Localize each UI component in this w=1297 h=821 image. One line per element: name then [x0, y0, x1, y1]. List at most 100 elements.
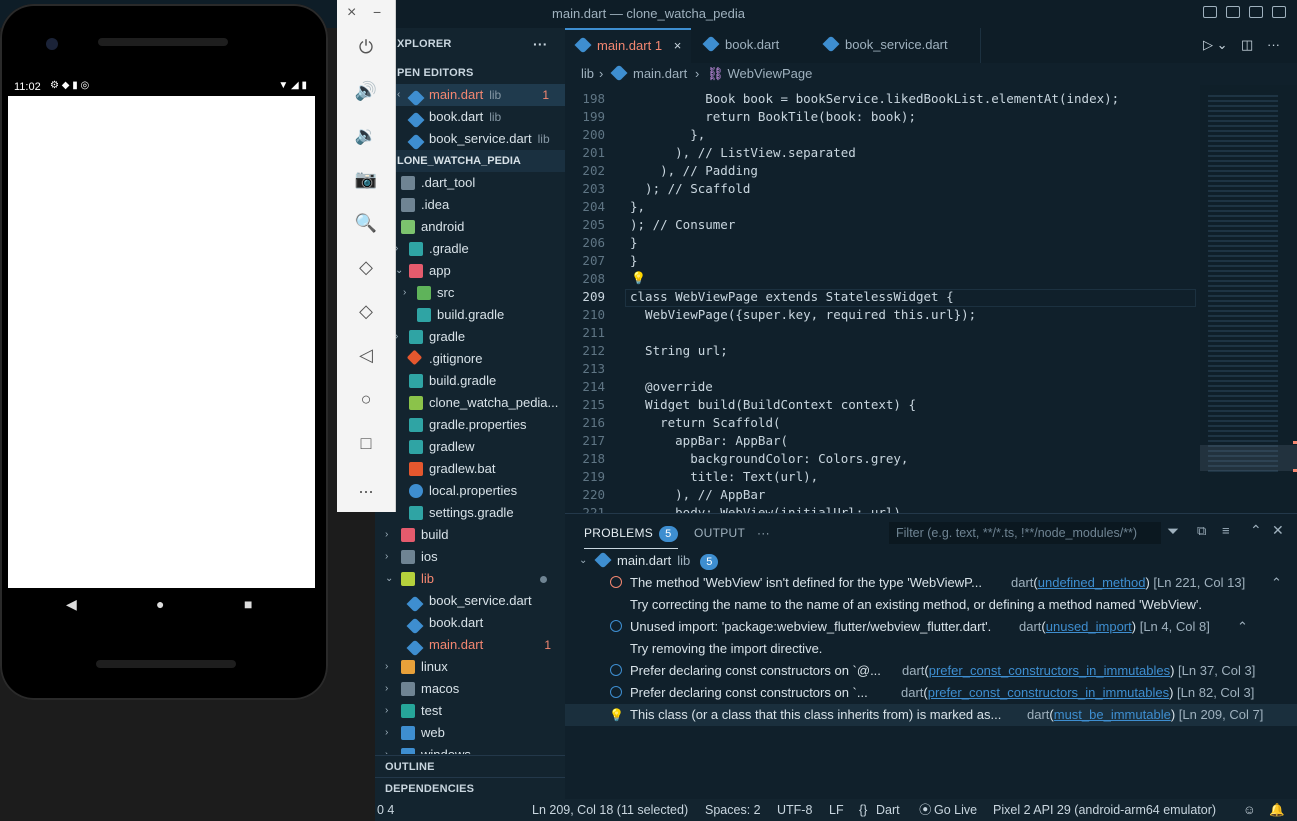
tree-item[interactable]: › ios: [375, 546, 565, 568]
tab-close-button[interactable]: ×: [674, 38, 682, 53]
tree-item[interactable]: .idea: [375, 194, 565, 216]
rotate-right-icon[interactable]: ◇: [354, 299, 378, 323]
breadcrumb-folder[interactable]: lib: [581, 63, 594, 85]
code-editor[interactable]: 198 Book book = bookService.likedBookLis…: [565, 85, 1297, 513]
code-line[interactable]: },: [630, 199, 645, 214]
tree-item[interactable]: .dart_tool: [375, 172, 565, 194]
volume-up-icon[interactable]: 🔊: [354, 79, 378, 103]
customize-layout-icon[interactable]: [1272, 6, 1286, 18]
problem-code-link[interactable]: prefer_const_constructors_in_immutables: [929, 663, 1170, 678]
minimap[interactable]: [1200, 85, 1297, 513]
tree-item[interactable]: android: [375, 216, 565, 238]
breadcrumb-file[interactable]: main.dart: [633, 66, 687, 81]
zoom-icon[interactable]: 🔍: [354, 211, 378, 235]
nav-home-icon[interactable]: ●: [156, 596, 164, 612]
code-line[interactable]: ); // Scaffold: [630, 181, 750, 196]
tree-item[interactable]: gradle.properties: [375, 414, 565, 436]
camera-icon[interactable]: 📷: [354, 167, 378, 191]
close-icon[interactable]: ‹: [397, 84, 407, 106]
overview-icon[interactable]: □: [354, 431, 378, 455]
tree-item[interactable]: ›windows: [375, 744, 565, 754]
tree-item[interactable]: › gradle: [375, 326, 565, 348]
more-icon[interactable]: ...: [354, 475, 378, 499]
feedback-icon[interactable]: ☺: [1243, 799, 1256, 821]
problem-row[interactable]: 💡 This class (or a class that this class…: [565, 704, 1297, 726]
explorer-more-button[interactable]: ···: [533, 36, 565, 58]
tree-item[interactable]: gradlew: [375, 436, 565, 458]
tree-item[interactable]: ⌄ app: [375, 260, 565, 282]
open-editor-main-dart[interactable]: ‹ main.dart lib 1: [375, 84, 565, 107]
code-line[interactable]: Book book = bookService.likedBookList.el…: [630, 91, 1119, 106]
code-line[interactable]: },: [630, 127, 705, 142]
code-line[interactable]: @override: [630, 379, 713, 394]
problem-row[interactable]: Prefer declaring const constructors on `…: [565, 682, 1297, 704]
breadcrumb-symbol[interactable]: WebViewPage: [728, 66, 813, 81]
tab-problems[interactable]: PROBLEMS 5: [584, 526, 678, 549]
app-screen[interactable]: [8, 96, 315, 588]
tree-item[interactable]: ⌄ lib: [375, 568, 565, 590]
code-line[interactable]: title: Text(url),: [630, 469, 818, 484]
home-icon[interactable]: ○: [354, 387, 378, 411]
go-live-button[interactable]: Go Live: [934, 799, 977, 821]
cursor-position[interactable]: Ln 209, Col 18 (11 selected): [532, 799, 688, 821]
tree-item[interactable]: › linux: [375, 656, 565, 678]
code-line[interactable]: Widget build(BuildContext context) {: [630, 397, 916, 412]
split-editor-icon[interactable]: ◫: [1241, 28, 1253, 63]
more-actions-icon[interactable]: ···: [1267, 28, 1280, 63]
tab-output[interactable]: OUTPUT: [694, 526, 745, 540]
language-mode[interactable]: Dart: [876, 799, 900, 821]
tree-item[interactable]: › macos: [375, 678, 565, 700]
device-selector[interactable]: Pixel 2 API 29 (android-arm64 emulator): [993, 799, 1216, 821]
rotate-left-icon[interactable]: ◇: [354, 255, 378, 279]
back-icon[interactable]: ◁: [354, 343, 378, 367]
tree-item[interactable]: clone_watcha_pedia...: [375, 392, 565, 414]
problem-code-link[interactable]: prefer_const_constructors_in_immutables: [928, 685, 1169, 700]
open-editor-book-service-dart[interactable]: book_service.dart lib: [375, 128, 565, 151]
tree-item[interactable]: book.dart: [375, 612, 565, 635]
tree-item[interactable]: gradlew.bat: [375, 458, 565, 480]
maximize-panel-icon[interactable]: ⌃: [1250, 522, 1262, 539]
chevron-up-icon[interactable]: ⌃: [1271, 572, 1282, 594]
toggle-panel-icon[interactable]: [1226, 6, 1240, 18]
problems-status[interactable]: 0 4: [377, 799, 394, 821]
code-line[interactable]: ), // ListView.separated: [630, 145, 856, 160]
problem-row[interactable]: The method 'WebView' isn't defined for t…: [565, 572, 1297, 594]
tree-item[interactable]: main.dart 1: [375, 634, 565, 657]
tab-book-dart[interactable]: book.dart: [691, 28, 809, 63]
tree-item[interactable]: › web: [375, 722, 565, 744]
encoding[interactable]: UTF-8: [777, 799, 812, 821]
problem-code-link[interactable]: must_be_immutable: [1054, 707, 1171, 722]
tree-item[interactable]: local.properties: [375, 480, 565, 502]
code-line[interactable]: }: [630, 253, 638, 268]
tree-item[interactable]: build.gradle: [375, 370, 565, 392]
problem-row[interactable]: Unused import: 'package:webview_flutter/…: [565, 616, 1297, 638]
outline-header[interactable]: OUTLINE: [375, 755, 565, 777]
view-as-tree-icon[interactable]: ≡: [1222, 523, 1230, 538]
code-line[interactable]: ); // Consumer: [630, 217, 735, 232]
problem-code-link[interactable]: unused_import: [1046, 619, 1132, 634]
code-line[interactable]: body: WebView(initialUrl: url): [630, 505, 901, 513]
indentation[interactable]: Spaces: 2: [705, 799, 761, 821]
tree-item[interactable]: › .gradle: [375, 238, 565, 260]
tab-book-service-dart[interactable]: book_service.dart: [809, 28, 981, 63]
problems-file-row[interactable]: ⌄ main.dart lib 5: [565, 550, 1297, 572]
nav-back-icon[interactable]: ◀: [66, 596, 77, 613]
open-editor-book-dart[interactable]: book.dart lib: [375, 106, 565, 129]
project-header[interactable]: LONE_WATCHA_PEDIA: [375, 150, 565, 172]
code-line[interactable]: String url;: [630, 343, 728, 358]
power-icon[interactable]: ⏻: [354, 35, 378, 59]
code-line[interactable]: return Scaffold(: [630, 415, 780, 430]
problem-code-link[interactable]: undefined_method: [1038, 575, 1146, 590]
chevron-up-icon[interactable]: ⌃: [1237, 616, 1248, 638]
tree-item[interactable]: settings.gradle: [375, 502, 565, 524]
code-line[interactable]: appBar: AppBar(: [630, 433, 788, 448]
dependencies-header[interactable]: DEPENDENCIES: [375, 777, 565, 799]
toggle-secondary-sidebar-icon[interactable]: [1249, 6, 1263, 18]
tab-main-dart[interactable]: main.dart 1 ×: [565, 28, 691, 63]
collapse-all-icon[interactable]: ⧉: [1197, 523, 1207, 539]
emulator-minimize-button[interactable]: −: [373, 4, 381, 20]
tree-item[interactable]: › build: [375, 524, 565, 546]
emulator-close-button[interactable]: ×: [347, 4, 356, 22]
code-line[interactable]: backgroundColor: Colors.grey,: [630, 451, 908, 466]
code-line[interactable]: return BookTile(book: book);: [630, 109, 916, 124]
